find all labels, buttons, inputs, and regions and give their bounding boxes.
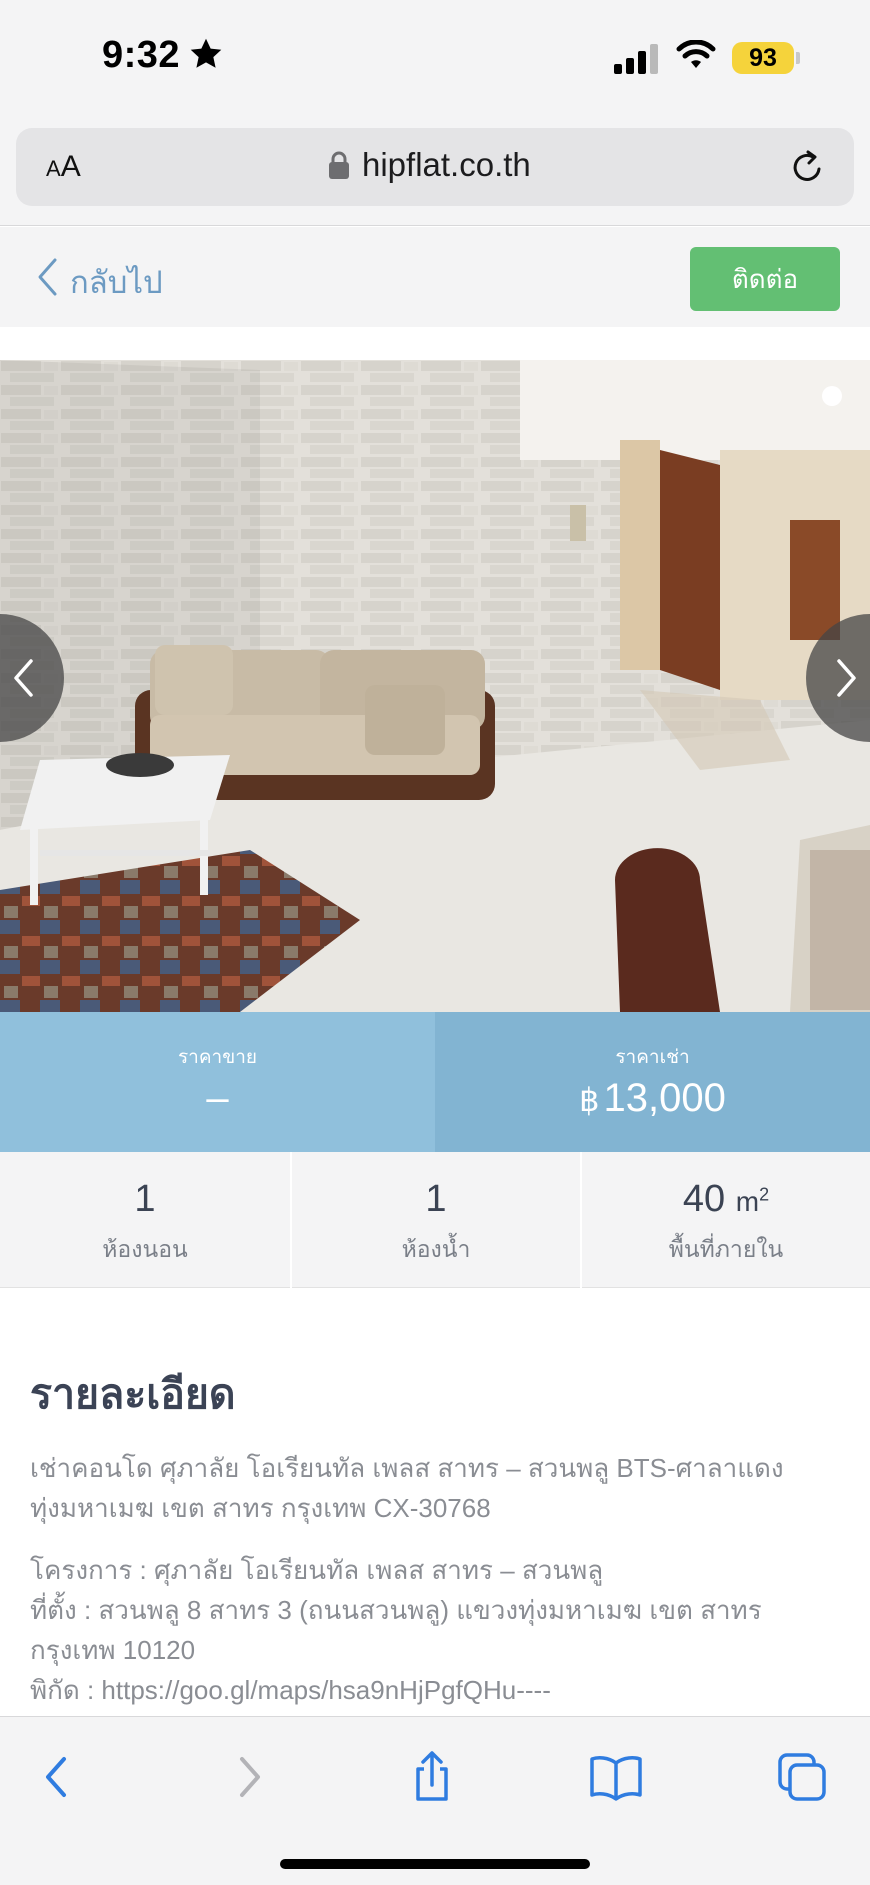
area-label: พื้นที่ภายใน — [668, 1236, 784, 1262]
location-line: ที่ตั้ง : สวนพลู 8 สาทร 3 (ถนนสวนพลู) แข… — [30, 1595, 762, 1665]
url-text[interactable]: hipflat.co.th — [362, 146, 531, 184]
area-value-line: 40 m2 — [582, 1178, 870, 1221]
stat-bedrooms: 1 ห้องนอน — [0, 1152, 290, 1288]
bedrooms-label: ห้องนอน — [102, 1236, 188, 1262]
sale-price-panel: ราคาขาย – — [0, 1012, 435, 1152]
sale-price-value: – — [206, 1076, 229, 1120]
status-time: 9:32 — [102, 34, 181, 76]
details-title: รายละเอียด — [30, 1371, 236, 1417]
chevron-left-icon — [14, 659, 33, 697]
browser-page: { "status_bar": { "time": "9:32", "batte… — [0, 0, 870, 1885]
living-room-photo — [0, 360, 870, 1012]
rent-price-label: ราคาเช่า — [615, 1047, 690, 1068]
battery-indicator: 93 — [732, 42, 794, 74]
area-value: 40 — [682, 1178, 726, 1220]
back-link[interactable]: กลับไป — [70, 257, 163, 307]
address-bar[interactable]: AA hipflat.co.th — [16, 128, 854, 206]
star-icon — [190, 38, 222, 68]
bedrooms-value: 1 — [134, 1178, 156, 1220]
coords-line[interactable]: พิกัด : https://goo.gl/maps/hsa9nHjPgfQH… — [30, 1670, 840, 1710]
reload-icon[interactable] — [788, 148, 826, 186]
battery-level: 93 — [749, 44, 777, 72]
home-indicator — [280, 1859, 590, 1869]
baht-symbol: ฿ — [579, 1082, 600, 1118]
browser-toolbar — [0, 1716, 870, 1885]
contact-button[interactable]: ติดต่อ — [690, 247, 840, 311]
project-line: โครงการ : ศุภาลัย โอเรียนทัล เพลส สาทร –… — [30, 1555, 604, 1585]
sale-price-label: ราคาขาย — [177, 1047, 258, 1068]
battery-tip — [796, 52, 800, 64]
chevron-right-icon — [837, 659, 856, 697]
status-bar: 9:32 93 — [0, 0, 870, 118]
back-icon[interactable] — [30, 1749, 86, 1805]
rent-price-panel: ราคาเช่า ฿ 13,000 — [435, 1012, 870, 1152]
browser-address-area: AA hipflat.co.th — [0, 118, 870, 226]
signal-icon — [614, 44, 658, 74]
chevron-left-icon[interactable] — [36, 257, 58, 297]
rent-price-value: 13,000 — [603, 1076, 726, 1120]
stat-bathrooms: 1 ห้องน้ำ — [290, 1152, 580, 1288]
book-icon[interactable] — [588, 1749, 644, 1805]
lock-icon — [329, 151, 349, 179]
text-size-button[interactable]: AA — [46, 150, 81, 184]
area-unit: m2 — [735, 1184, 770, 1217]
rent-price: ฿ 13,000 — [435, 1076, 870, 1121]
property-photo[interactable] — [0, 360, 870, 1012]
bathrooms-value: 1 — [425, 1178, 447, 1220]
details-intro: เช่าคอนโด ศุภาลัย โอเรียนทัล เพลส สาทร –… — [30, 1453, 784, 1523]
property-stats: 1 ห้องนอน 1 ห้องน้ำ 40 m2 พื้นที่ภายใน — [0, 1152, 870, 1288]
tabs-icon[interactable] — [774, 1749, 830, 1805]
page-header: กลับไป ติดต่อ — [0, 227, 870, 327]
share-icon[interactable] — [404, 1749, 460, 1805]
bathrooms-label: ห้องน้ำ — [401, 1236, 471, 1262]
stat-area: 40 m2 พื้นที่ภายใน — [580, 1152, 870, 1288]
forward-icon[interactable] — [220, 1749, 276, 1805]
details-info: โครงการ : ศุภาลัย โอเรียนทัล เพลส สาทร –… — [30, 1550, 840, 1710]
wifi-icon — [676, 40, 716, 68]
